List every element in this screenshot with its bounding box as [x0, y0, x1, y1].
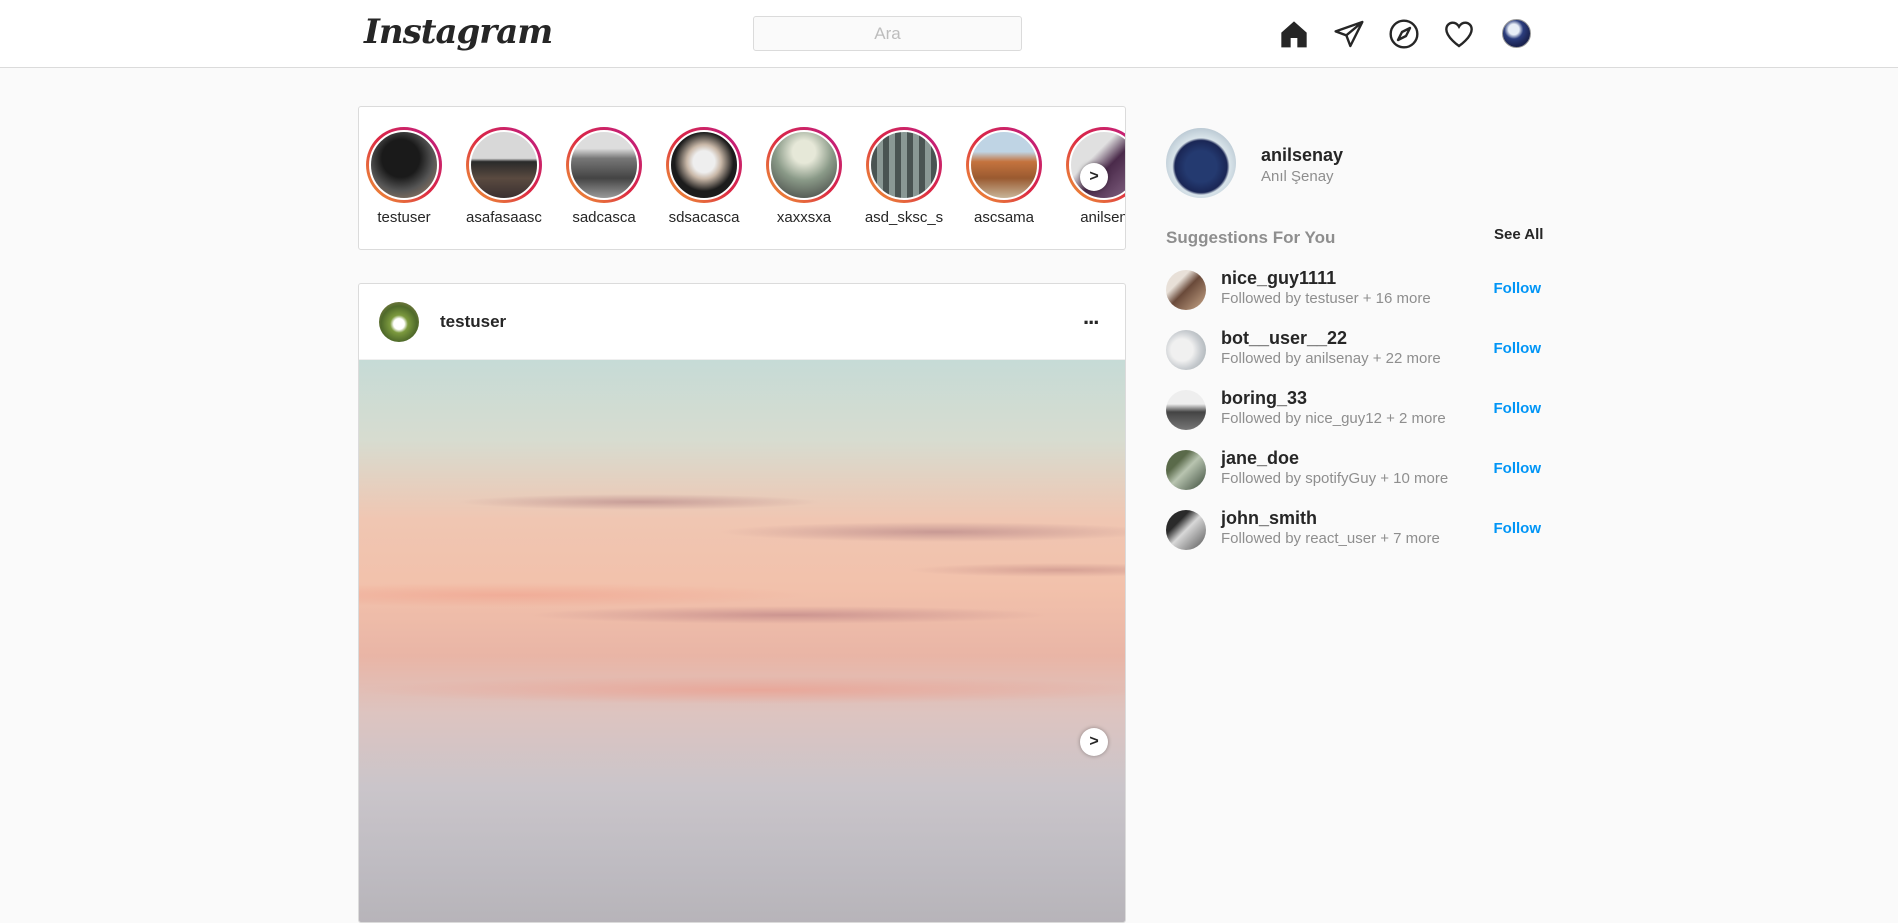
- current-user-avatar[interactable]: [1166, 128, 1236, 198]
- story-avatar: [969, 130, 1039, 200]
- search-input[interactable]: [753, 16, 1022, 51]
- suggestion-item: jane_doe Followed by spotifyGuy + 10 mor…: [1166, 448, 1541, 492]
- post-carousel-next-button[interactable]: >: [1080, 728, 1108, 756]
- story-username: asd_sksc_s: [864, 209, 944, 226]
- suggestion-followed-by: Followed by spotifyGuy + 10 more: [1221, 470, 1449, 487]
- suggestion-item: bot__user__22 Followed by anilsenay + 22…: [1166, 328, 1541, 372]
- post-author-avatar[interactable]: [379, 302, 419, 342]
- explore-icon[interactable]: [1388, 18, 1420, 50]
- story-username: anilsen: [1080, 209, 1126, 226]
- activity-heart-icon[interactable]: [1443, 18, 1475, 50]
- suggestions-title: Suggestions For You: [1166, 228, 1336, 247]
- suggestion-username[interactable]: jane_doe: [1221, 448, 1299, 469]
- suggestion-avatar[interactable]: [1166, 390, 1206, 430]
- follow-button[interactable]: Follow: [1494, 340, 1542, 357]
- post-author-username[interactable]: testuser: [440, 312, 506, 332]
- story-avatar: [769, 130, 839, 200]
- story-item[interactable]: sadcasca: [559, 127, 649, 226]
- story-username: xaxxsxa: [776, 209, 832, 226]
- current-user-fullname: Anıl Şenay: [1261, 168, 1334, 185]
- story-username: ascsama: [973, 209, 1035, 226]
- story-item[interactable]: ascsama: [959, 127, 1049, 226]
- suggestion-item: john_smith Followed by react_user + 7 mo…: [1166, 508, 1541, 552]
- story-avatar: [869, 130, 939, 200]
- follow-button[interactable]: Follow: [1494, 520, 1542, 537]
- more-options-icon[interactable]: ...: [1083, 304, 1099, 330]
- story-avatar: [669, 130, 739, 200]
- suggestion-username[interactable]: john_smith: [1221, 508, 1317, 529]
- home-icon[interactable]: [1278, 18, 1310, 50]
- story-item[interactable]: asafasaasc: [459, 127, 549, 226]
- story-username: sdsacasca: [668, 209, 740, 226]
- story-item[interactable]: asd_sksc_s: [859, 127, 949, 226]
- suggestion-username[interactable]: nice_guy1111: [1221, 268, 1336, 289]
- story-avatar: [569, 130, 639, 200]
- post-header: testuser ...: [359, 284, 1125, 360]
- suggestion-username[interactable]: bot__user__22: [1221, 328, 1347, 349]
- suggestion-item: nice_guy1111 Followed by testuser + 16 m…: [1166, 268, 1541, 312]
- story-item[interactable]: sdsacasca: [659, 127, 749, 226]
- stories-next-button[interactable]: >: [1080, 163, 1108, 191]
- profile-avatar[interactable]: [1502, 19, 1531, 48]
- story-item[interactable]: testuser: [359, 127, 449, 226]
- follow-button[interactable]: Follow: [1494, 460, 1542, 477]
- story-avatar: [369, 130, 439, 200]
- follow-button[interactable]: Follow: [1494, 400, 1542, 417]
- suggestion-username[interactable]: boring_33: [1221, 388, 1307, 409]
- suggestion-followed-by: Followed by anilsenay + 22 more: [1221, 350, 1441, 367]
- top-navigation-bar: Instagram: [0, 0, 1898, 68]
- suggestion-item: boring_33 Followed by nice_guy12 + 2 mor…: [1166, 388, 1541, 432]
- suggestion-avatar[interactable]: [1166, 450, 1206, 490]
- story-username: sadcasca: [572, 209, 636, 226]
- suggestion-followed-by: Followed by testuser + 16 more: [1221, 290, 1431, 307]
- story-username: testuser: [377, 209, 431, 226]
- feed-post: testuser ...: [358, 283, 1126, 923]
- stories-tray: testuser asafasaasc sadcasca sdsacasca x…: [358, 106, 1126, 250]
- suggestion-followed-by: Followed by nice_guy12 + 2 more: [1221, 410, 1446, 427]
- suggestion-avatar[interactable]: [1166, 330, 1206, 370]
- suggestion-avatar[interactable]: [1166, 510, 1206, 550]
- post-image[interactable]: [359, 360, 1125, 922]
- story-username: asafasaasc: [466, 209, 542, 226]
- story-item[interactable]: xaxxsxa: [759, 127, 849, 226]
- current-user-username[interactable]: anilsenay: [1261, 145, 1343, 166]
- story-avatar: [469, 130, 539, 200]
- suggestion-followed-by: Followed by react_user + 7 more: [1221, 530, 1440, 547]
- follow-button[interactable]: Follow: [1494, 280, 1542, 297]
- suggestion-avatar[interactable]: [1166, 270, 1206, 310]
- instagram-logo[interactable]: Instagram: [364, 12, 553, 52]
- direct-message-icon[interactable]: [1333, 18, 1365, 50]
- see-all-link[interactable]: See All: [1494, 226, 1543, 243]
